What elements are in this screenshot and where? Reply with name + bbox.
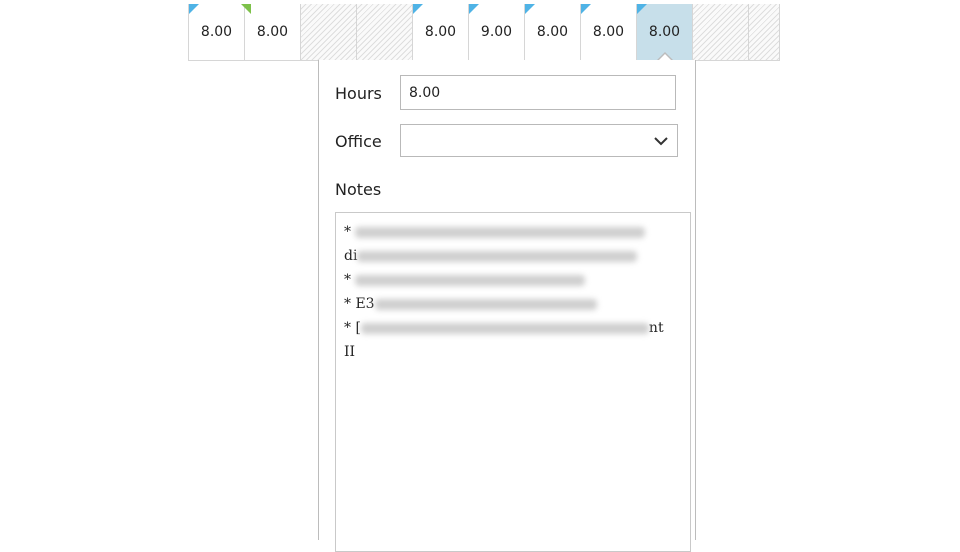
- office-select[interactable]: [400, 124, 678, 157]
- redacted-text: [360, 322, 649, 334]
- note-line: II: [344, 344, 356, 360]
- day-cell[interactable]: 8.00: [412, 4, 468, 60]
- day-hours: 8.00: [200, 24, 233, 40]
- day-cell-empty[interactable]: [300, 4, 356, 60]
- hours-input[interactable]: [400, 75, 676, 110]
- approved-flag-icon: [241, 4, 251, 14]
- entry-flag-icon: [525, 4, 535, 14]
- timesheet-hours-row: 8.00 8.00 8.00 9.00 8.00 8.00 8.00: [188, 0, 780, 61]
- note-line: *: [344, 220, 682, 244]
- notes-textarea[interactable]: * di * * E3 * [nt II: [335, 212, 691, 552]
- day-hours: 8.00: [424, 24, 457, 40]
- day-cell-empty[interactable]: [356, 4, 412, 60]
- chevron-down-icon: [654, 137, 668, 146]
- entry-flag-icon: [637, 4, 647, 14]
- entry-flag-icon: [581, 4, 591, 14]
- note-line: * [nt: [344, 320, 664, 336]
- day-cell[interactable]: 8.00: [580, 4, 636, 60]
- entry-flag-icon: [413, 4, 423, 14]
- day-cell-empty[interactable]: [692, 4, 748, 60]
- redacted-text: [357, 250, 638, 262]
- entry-flag-icon: [469, 4, 479, 14]
- hours-label: Hours: [335, 84, 382, 103]
- day-cell[interactable]: 8.00: [241, 4, 300, 60]
- day-cell[interactable]: 9.00: [468, 4, 524, 60]
- day-hours: 8.00: [648, 24, 681, 40]
- entry-flag-icon: [189, 4, 199, 14]
- day-cell[interactable]: 8.00: [188, 4, 244, 60]
- day-cell-selected[interactable]: 8.00: [636, 4, 692, 61]
- day-hours: 8.00: [536, 24, 569, 40]
- note-line: * E3: [344, 292, 682, 316]
- day-cell[interactable]: 8.00: [524, 4, 580, 60]
- note-line: *: [344, 268, 682, 292]
- redacted-text: [355, 226, 646, 238]
- redacted-text: [374, 298, 597, 310]
- day-hours: 9.00: [480, 24, 513, 40]
- redacted-text: [355, 274, 586, 286]
- day-hours: 8.00: [592, 24, 625, 40]
- day-cell-empty[interactable]: [748, 4, 780, 60]
- time-entry-popup: Hours Office Notes * di * * E3 * [nt II: [318, 60, 696, 552]
- office-label: Office: [335, 132, 382, 151]
- day-hours: 8.00: [256, 24, 289, 40]
- note-line: di: [344, 244, 682, 268]
- notes-label: Notes: [335, 180, 382, 199]
